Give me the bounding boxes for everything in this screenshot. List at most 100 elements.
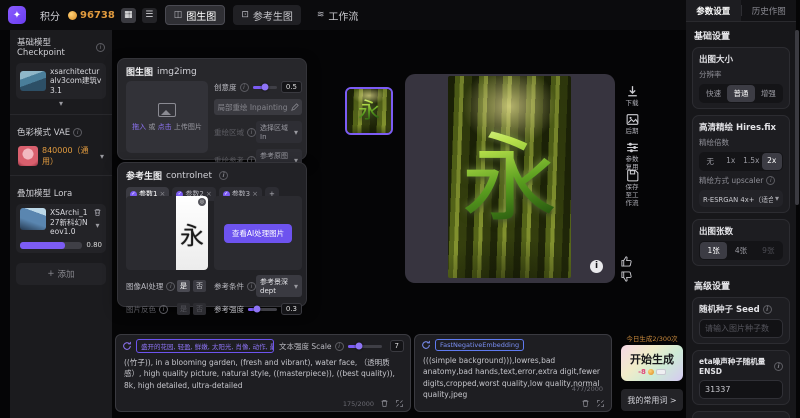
info-icon[interactable]	[96, 43, 105, 52]
save-workflow-icon	[625, 168, 640, 183]
tool-download-button[interactable]: 下载	[620, 84, 644, 108]
tool-save-workflow-button[interactable]: 保存至工作流	[620, 168, 644, 207]
favorite-prompts-button[interactable]: 我的常用词 >	[621, 389, 683, 411]
membership-chip-icon	[656, 369, 666, 375]
tab-param-settings[interactable]: 参数设置	[686, 0, 741, 21]
ensd-input[interactable]	[699, 380, 783, 399]
resolution-fast[interactable]: 快速	[700, 85, 727, 102]
hires-2x[interactable]: 2x	[762, 153, 783, 170]
upscaler-dropdown[interactable]: R-ESRGAN 4x+（适合多种风	[699, 190, 783, 207]
upload-click-label[interactable]: 点击	[158, 123, 172, 131]
upscaler-value: R-ESRGAN 4x+（适合多种风	[703, 194, 773, 204]
count-1[interactable]: 1张	[700, 242, 727, 259]
lora-weight-slider[interactable]	[20, 242, 82, 249]
negative-prompt-input[interactable]: (((simple background))),lowres,bad anato…	[415, 353, 611, 401]
tab-workflow-label: 工作流	[328, 8, 358, 23]
chevron-down-icon	[775, 193, 779, 204]
hires-none[interactable]: 无	[700, 153, 721, 170]
info-icon[interactable]	[247, 282, 256, 291]
app-logo-icon[interactable]	[8, 6, 26, 24]
hires-1-5x[interactable]: 1.5x	[741, 153, 762, 170]
seed-label: 随机种子 Seed	[699, 303, 760, 315]
refresh-icon[interactable]	[421, 340, 431, 350]
checkpoint-collapse-chevron-icon[interactable]	[10, 99, 112, 109]
checkpoint-thumbnail	[20, 71, 46, 91]
checkpoint-card[interactable]: xsarchitecturalv3com建筑v3.1	[16, 63, 106, 99]
refresh-icon[interactable]	[122, 341, 132, 351]
info-icon[interactable]	[219, 171, 228, 180]
thumbs-down-button[interactable]	[620, 271, 634, 284]
generate-cost: -8	[638, 368, 666, 376]
tab-history[interactable]: 历史作图	[742, 0, 797, 21]
negative-embedding-tag[interactable]: FastNegativeEmbedding	[435, 339, 524, 351]
grid-view-icon[interactable]	[121, 8, 136, 23]
generate-button[interactable]: 开始生成 -8	[621, 345, 683, 381]
tab-reference[interactable]: 参考生图	[233, 5, 301, 25]
tab-img2img[interactable]: 图生图	[165, 5, 226, 25]
basic-settings-header: 基础设置	[686, 22, 796, 45]
inpainting-label: 局部重绘 Inpainting	[217, 102, 287, 113]
info-icon[interactable]	[766, 176, 775, 185]
info-icon[interactable]	[73, 128, 82, 137]
ensd-label: eta噪声种子随机量 ENSD	[699, 356, 771, 376]
seed-input[interactable]	[699, 319, 783, 338]
redraw-area-dropdown[interactable]: 选择区域 In	[256, 121, 302, 143]
plus-icon	[47, 269, 54, 279]
image-size-card: 出图大小 分辨率 快速 普通 增强	[692, 47, 790, 109]
result-thumbnail-selected[interactable]: 永	[345, 87, 393, 135]
condition-label: 参考条件	[214, 281, 244, 292]
img2img-title-en: img2img	[157, 67, 197, 77]
expand-icon[interactable]	[395, 399, 404, 408]
count-4[interactable]: 4张	[727, 242, 754, 259]
trash-icon[interactable]	[93, 208, 102, 217]
redraw-area-label: 重绘区域	[214, 127, 244, 138]
menu-icon[interactable]	[142, 8, 157, 23]
controlnet-reference-image[interactable]: 永	[126, 196, 208, 270]
info-icon[interactable]	[335, 342, 344, 351]
yes-button[interactable]: 是	[177, 280, 190, 292]
info-icon[interactable]	[240, 83, 249, 92]
add-lora-button[interactable]: 添加	[16, 263, 106, 285]
trash-icon[interactable]	[380, 399, 389, 408]
trash-icon[interactable]	[581, 399, 590, 408]
lora-section-title: 叠加模型 Lora	[10, 181, 112, 201]
no-button[interactable]: 否	[193, 280, 206, 292]
denoise-slider[interactable]	[253, 86, 277, 89]
hires-segmented: 无 1x 1.5x 2x	[699, 152, 783, 171]
strength-value[interactable]: 0.3	[281, 303, 302, 315]
divider	[10, 114, 112, 115]
image-info-icon[interactable]	[590, 260, 603, 273]
info-icon[interactable]	[763, 305, 772, 314]
resolution-normal[interactable]: 普通	[727, 85, 754, 102]
lora-card[interactable]: XSArchi_127新科幻Neov1.0 0.80	[16, 204, 106, 253]
image-settings-icon[interactable]	[198, 198, 206, 206]
invert-toggle: 是 否	[177, 303, 206, 315]
tool-postprocess-button[interactable]: 后期	[620, 112, 644, 136]
prompt-translation-tags[interactable]: 盛开的花园, 轻盈, 鲜嫩, 太阳光, 肖像, 动作, 最佳质量	[136, 339, 274, 353]
info-icon[interactable]	[166, 282, 175, 291]
lora-name: XSArchi_127新科幻Neov1.0	[50, 208, 89, 236]
chevron-down-icon[interactable]	[95, 220, 99, 231]
resolution-enhanced[interactable]: 增强	[755, 85, 782, 102]
strength-slider[interactable]	[248, 308, 277, 311]
scrollbar[interactable]	[795, 30, 799, 205]
image-upload-dropzone[interactable]: 拖入 或 点击 上传图片	[126, 81, 208, 153]
view-ai-processed-button[interactable]: 查看AI处理图片	[224, 224, 292, 243]
app-root: 积分 96738 图生图 参考生图 工作流 基础模型 Checkpoint xs…	[0, 0, 800, 418]
condition-dropdown[interactable]: 参考景深 dept	[256, 275, 302, 297]
yes-button[interactable]: 是	[177, 303, 190, 315]
denoise-value[interactable]: 0.5	[281, 81, 302, 93]
hires-1x[interactable]: 1x	[721, 153, 742, 170]
generated-image[interactable]: 永	[448, 76, 571, 278]
no-button[interactable]: 否	[193, 303, 206, 315]
expand-icon[interactable]	[596, 399, 605, 408]
scale-slider[interactable]	[348, 345, 382, 348]
positive-prompt-input[interactable]: ((竹子)), in a blooming garden, (fresh and…	[116, 355, 410, 397]
vae-selector[interactable]: 840000（通用）	[16, 142, 106, 170]
scale-value[interactable]: 7	[390, 340, 404, 352]
tool-reuse-params-button[interactable]: 参数复用	[620, 140, 644, 172]
inpainting-button[interactable]: 局部重绘 Inpainting	[214, 99, 302, 115]
thumbs-up-button[interactable]	[620, 255, 634, 268]
tab-workflow[interactable]: 工作流	[309, 5, 367, 25]
info-icon[interactable]	[774, 362, 783, 371]
